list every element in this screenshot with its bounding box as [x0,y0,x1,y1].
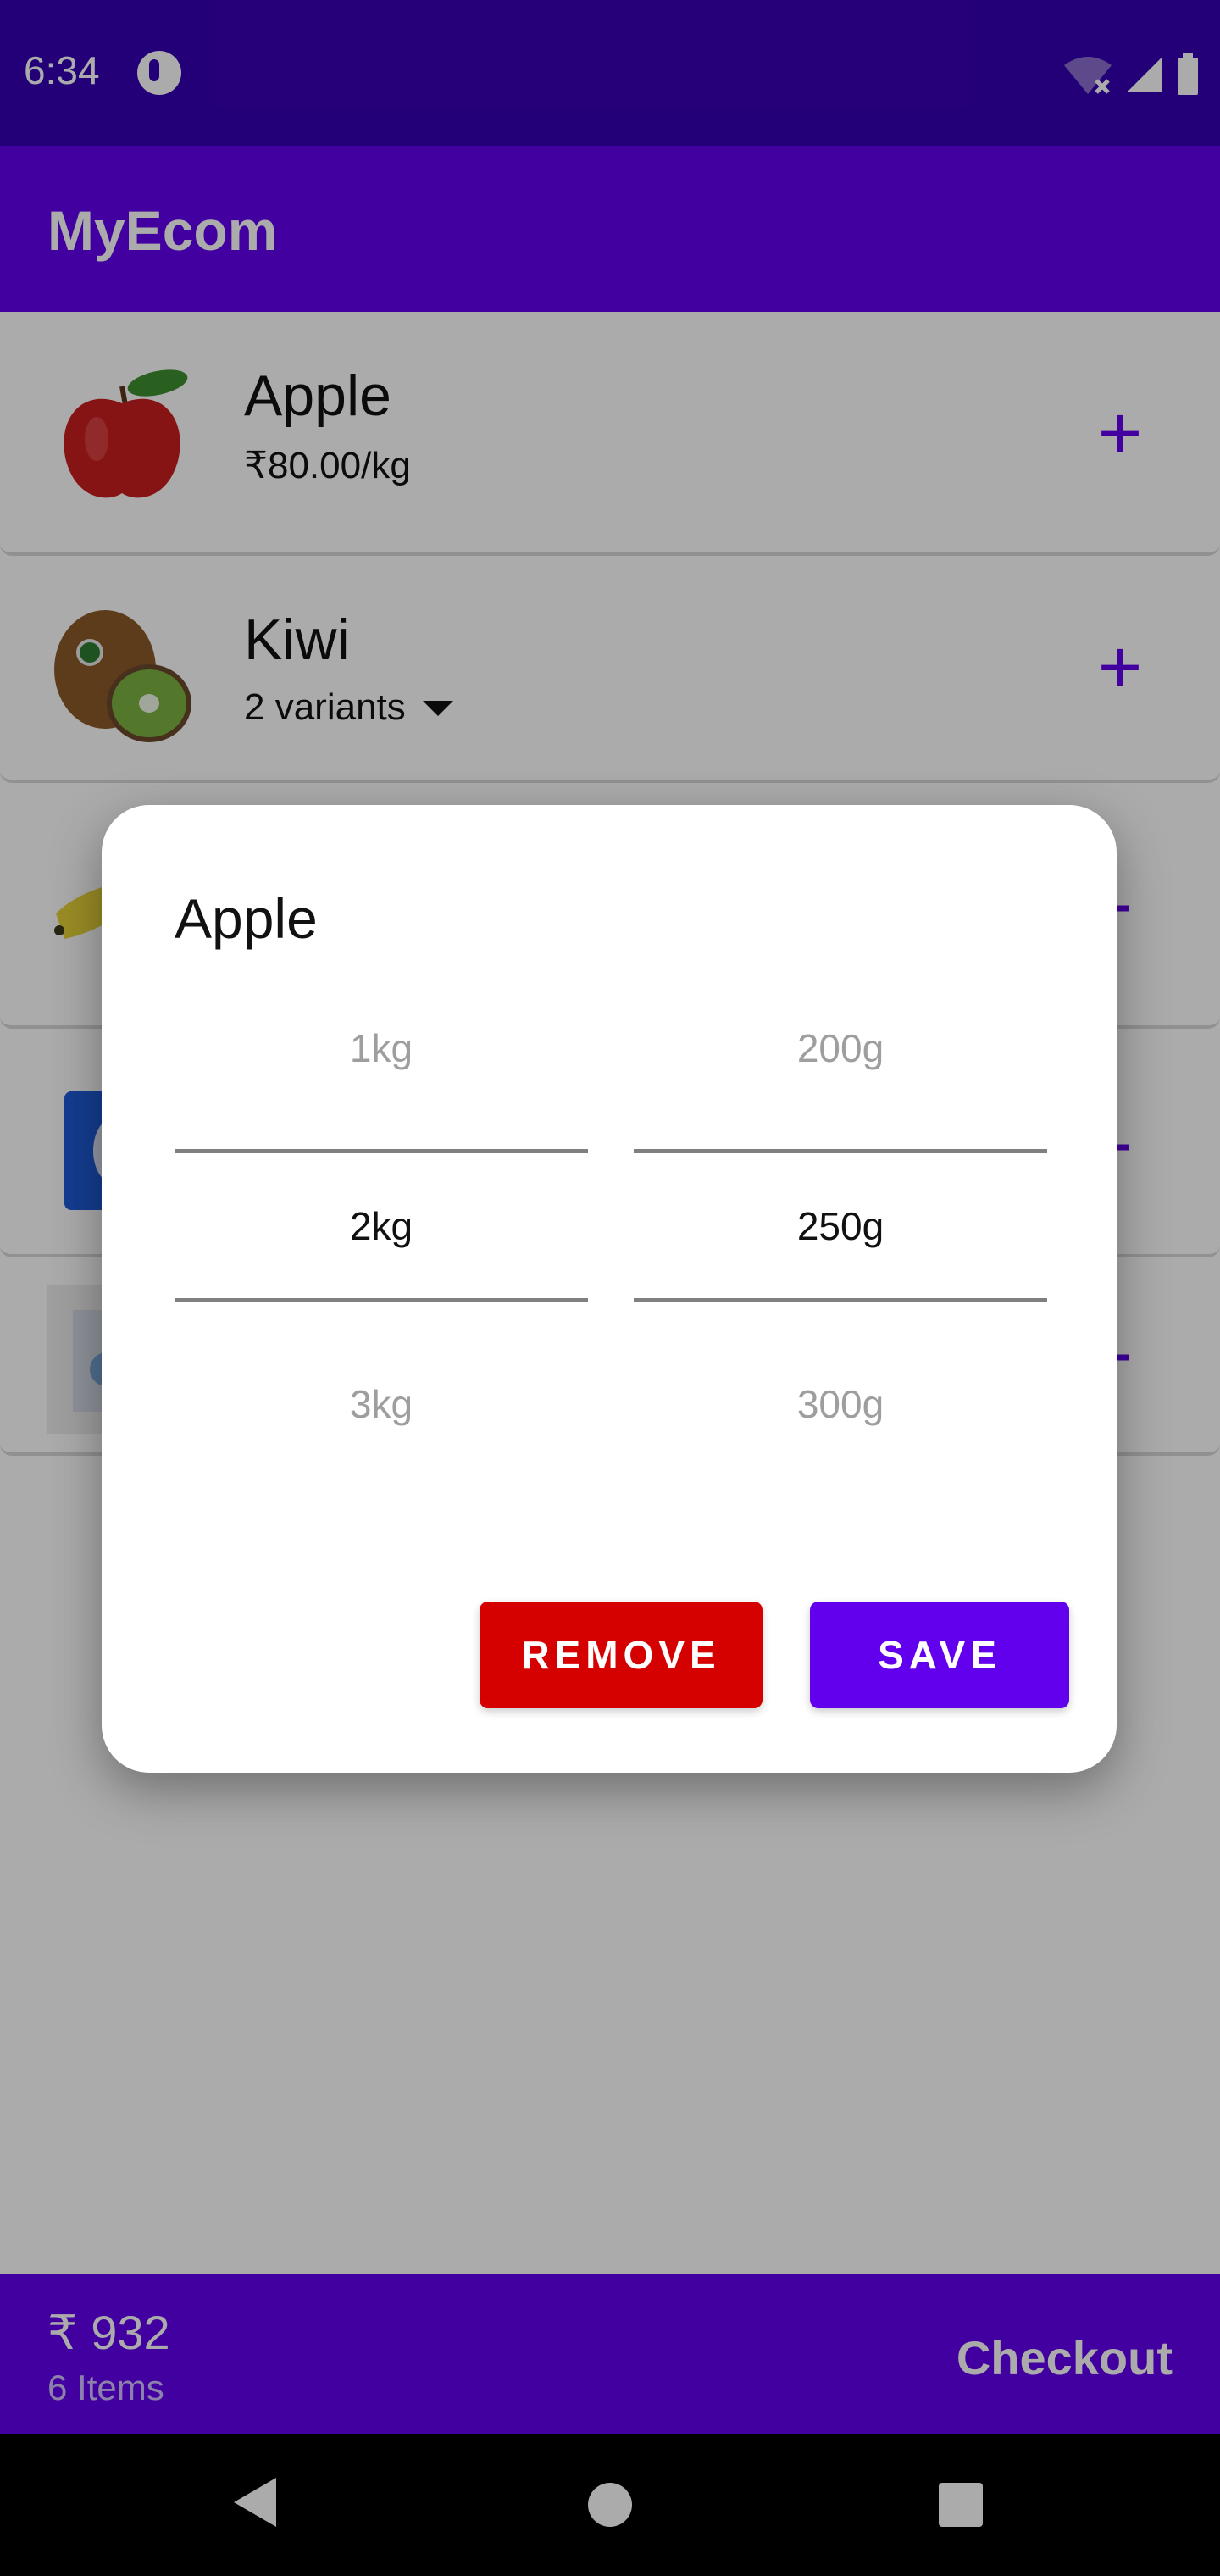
picker-selected-value[interactable]: 250g [634,1203,1047,1249]
screen: 6:34 MyEcom Apple ₹80.00/kg + Kiwi 2 var… [0,0,1220,2576]
picker-divider [634,1298,1047,1302]
picker-divider [175,1149,588,1153]
kg-picker[interactable]: 1kg 2kg 3kg [175,1008,588,1426]
gram-picker[interactable]: 200g 250g 300g [634,1008,1047,1426]
picker-prev-value[interactable]: 1kg [175,1025,588,1071]
picker-divider [175,1298,588,1302]
picker-selected-value[interactable]: 2kg [175,1203,588,1249]
picker-next-value[interactable]: 3kg [175,1381,588,1427]
picker-next-value[interactable]: 300g [634,1381,1047,1427]
remove-button[interactable]: REMOVE [480,1602,762,1708]
picker-divider [634,1149,1047,1153]
save-button[interactable]: SAVE [810,1602,1069,1708]
variant-dialog: Apple 1kg 2kg 3kg 200g 250g 300g REMOVE … [102,805,1117,1773]
dialog-title: Apple [175,887,318,950]
picker-prev-value[interactable]: 200g [634,1025,1047,1071]
